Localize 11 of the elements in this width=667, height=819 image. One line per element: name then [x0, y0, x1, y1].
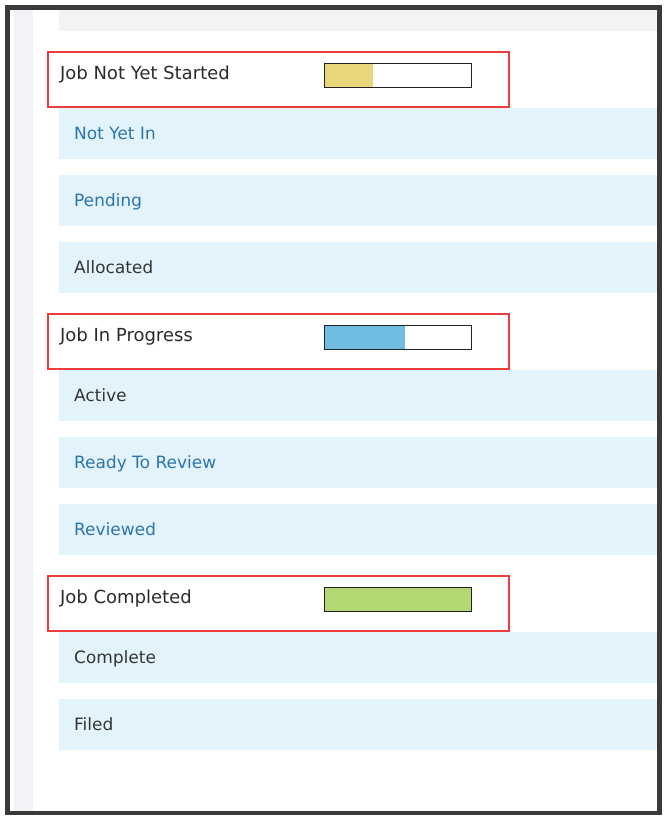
status-item[interactable]: Not Yet In: [59, 108, 657, 159]
group-title: Job Not Yet Started: [60, 63, 231, 84]
status-item[interactable]: Active: [59, 370, 657, 421]
status-item[interactable]: Filed: [59, 699, 657, 750]
group-title: Job In Progress: [60, 325, 194, 346]
status-item[interactable]: Reviewed: [59, 504, 657, 555]
status-item[interactable]: Complete: [59, 632, 657, 683]
status-item[interactable]: Ready To Review: [59, 437, 657, 488]
status-item[interactable]: Pending: [59, 175, 657, 226]
status-item[interactable]: Allocated: [59, 242, 657, 293]
group-title: Job Completed: [60, 587, 193, 608]
